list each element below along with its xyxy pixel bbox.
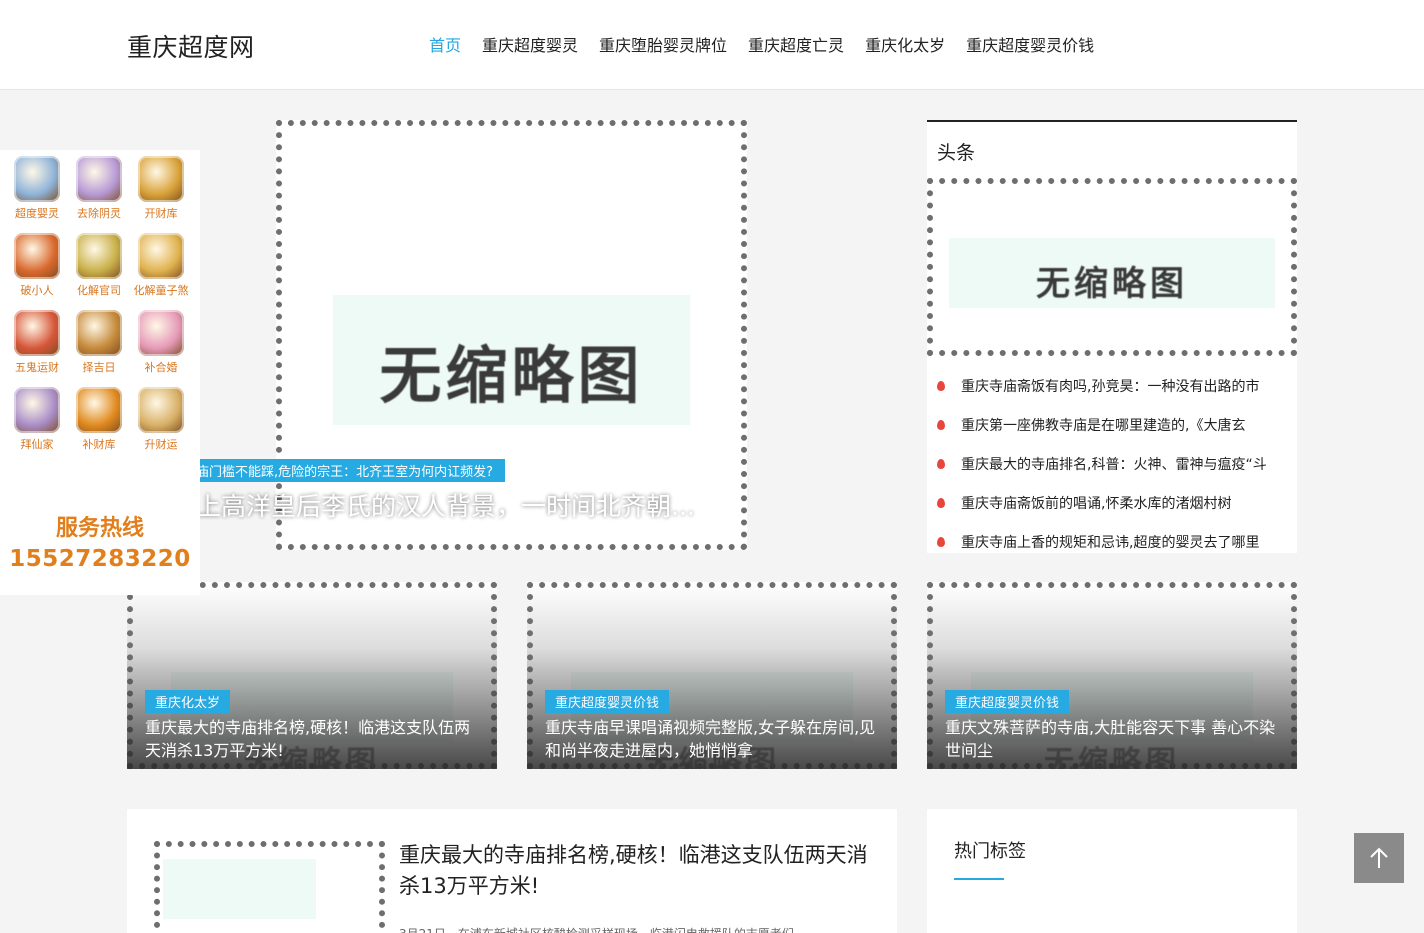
hotline-phone[interactable]: 15527283220 [0,546,200,572]
article-list-item: 重庆最大的寺庙排名榜,硬核！临港这支队伍两天消杀13万平方米! 3月21日，在浦… [127,809,897,933]
headline-item[interactable]: 重庆寺庙斋饭有肉吗,孙竞昊：一种没有出路的市 [927,366,1297,405]
service-label: 化解官司 [77,284,121,297]
service-item[interactable]: 拜仙家 [6,387,68,452]
headline-image[interactable]: 无缩略图 [927,178,1297,356]
service-item[interactable]: 化解官司 [68,233,130,298]
service-item[interactable]: 升财运 [130,387,192,452]
service-label: 补合婚 [144,361,178,374]
treasury-icon [138,156,184,202]
fire-icon [937,536,945,547]
service-item[interactable]: 补财库 [68,387,130,452]
infant-spirit-icon [14,156,60,202]
article-excerpt: 3月21日，在浦东新城社区核酸检测采样现场，临港闪电救援队的志愿者们 [399,925,879,933]
service-label: 择吉日 [82,361,116,374]
hot-tags-panel: 热门标签 [927,809,1297,933]
nav-item-deceased[interactable]: 重庆超度亡灵 [748,32,844,56]
arrow-up-icon [1370,847,1388,868]
headline-item-text: 重庆寺庙斋饭前的唱诵,怀柔水库的渚烟村树 [961,495,1232,512]
nav-item-price[interactable]: 重庆超度婴灵价钱 [966,32,1094,56]
headline-title: 头条 [937,142,976,164]
hot-tags-title: 热门标签 [954,841,1026,862]
service-label: 补财库 [82,438,116,451]
service-label: 拜仙家 [20,438,54,451]
child-curse-icon [138,233,184,279]
card-category-tag[interactable]: 重庆超度婴灵价钱 [545,690,670,713]
fire-icon [937,419,945,430]
service-item[interactable]: 补合婚 [130,310,192,375]
title-underline [954,878,1004,880]
service-item[interactable]: 超度婴灵 [6,156,68,221]
slider-tag[interactable]: 庙门槛不能踩,危险的宗王：北齐王室为何内讧频发? [196,459,506,482]
fill-treasury-icon [76,387,122,433]
nav-item-taisui[interactable]: 重庆化太岁 [865,32,945,56]
hotline-label: 服务热线 [55,516,144,541]
article-thumbnail[interactable] [154,841,385,933]
featured-slider[interactable]: 无缩略图 [276,120,747,550]
fortune-icon [138,387,184,433]
dispel-spirit-icon [76,156,122,202]
headline-item[interactable]: 重庆寺庙上香的规矩和忌讳,超度的婴灵去了哪里 [927,522,1297,561]
service-item[interactable]: 去除阴灵 [68,156,130,221]
card-title[interactable]: 重庆最大的寺庙排名榜,硬核！临港这支队伍两天消杀13万平方米! [145,716,477,762]
headline-panel: 头条 无缩略图 重庆寺庙斋饭有肉吗,孙竞昊：一种没有出路的市 重庆第一座佛教寺庙… [927,120,1297,553]
headline-item-text: 重庆第一座佛教寺庙是在哪里建造的,《大唐玄 [961,417,1246,434]
headline-list: 重庆寺庙斋饭有肉吗,孙竞昊：一种没有出路的市 重庆第一座佛教寺庙是在哪里建造的,… [927,366,1297,561]
slider-caption[interactable]: 上高洋皇后李氏的汉人背景，一时间北齐朝... [196,487,695,523]
headline-item-text: 重庆最大的寺庙排名,科普：火神、雷神与瘟疫“斗 [961,456,1267,473]
nav-item-tablet[interactable]: 重庆堕胎婴灵牌位 [599,32,727,56]
marriage-icon [138,310,184,356]
floating-service-menu: 超度婴灵 去除阴灵 开财库 破小人 化解官司 化解童子煞 五鬼运财 择吉日 补合… [0,150,200,595]
fire-icon [937,497,945,508]
wealth-icon [14,310,60,356]
site-logo[interactable]: 重庆超度网 [127,28,255,64]
immortal-icon [14,387,60,433]
nav-item-infant-spirit[interactable]: 重庆超度婴灵 [482,32,578,56]
card-category-tag[interactable]: 重庆超度婴灵价钱 [945,690,1070,713]
fire-icon [937,380,945,391]
headline-item[interactable]: 重庆最大的寺庙排名,科普：火神、雷神与瘟疫“斗 [927,444,1297,483]
service-label: 升财运 [144,438,178,451]
placeholder-band [163,859,316,919]
headline-item-text: 重庆寺庙上香的规矩和忌讳,超度的婴灵去了哪里 [961,534,1260,551]
service-label: 去除阴灵 [77,207,121,220]
service-item[interactable]: 破小人 [6,233,68,298]
card-category-tag[interactable]: 重庆化太岁 [145,690,231,713]
headline-item-text: 重庆寺庙斋饭有肉吗,孙竞昊：一种没有出路的市 [961,378,1260,395]
headline-item[interactable]: 重庆寺庙斋饭前的唱诵,怀柔水库的渚烟村树 [927,483,1297,522]
article-card[interactable]: 无缩略图 重庆超度婴灵价钱 重庆寺庙早课唱诵视频完整版,女子躲在房间,见和尚半夜… [527,582,897,769]
headline-item[interactable]: 重庆第一座佛教寺庙是在哪里建造的,《大唐玄 [927,405,1297,444]
fire-icon [937,458,945,469]
card-title[interactable]: 重庆文殊菩萨的寺庙,大肚能容天下事 善心不染世间尘 [945,716,1277,762]
service-item[interactable]: 择吉日 [68,310,130,375]
service-item[interactable]: 五鬼运财 [6,310,68,375]
site-header: 重庆超度网 首页 重庆超度婴灵 重庆堕胎婴灵牌位 重庆超度亡灵 重庆化太岁 重庆… [0,0,1424,90]
service-label: 五鬼运财 [15,361,59,374]
article-title[interactable]: 重庆最大的寺庙排名榜,硬核！临港这支队伍两天消杀13万平方米! [399,840,879,902]
auspicious-day-icon [76,310,122,356]
article-card[interactable]: 无缩略图 重庆超度婴灵价钱 重庆文殊菩萨的寺庙,大肚能容天下事 善心不染世间尘 [927,582,1297,769]
service-item[interactable]: 开财库 [130,156,192,221]
service-label: 破小人 [20,284,54,297]
card-title[interactable]: 重庆寺庙早课唱诵视频完整版,女子躲在房间,见和尚半夜走进屋内，她悄悄拿 [545,716,877,762]
no-thumbnail-image: 无缩略图 [379,339,644,412]
service-label: 超度婴灵 [15,207,59,220]
no-thumbnail-image: 无缩略图 [1036,264,1188,304]
service-label: 开财库 [144,207,178,220]
service-item[interactable]: 化解童子煞 [130,233,192,298]
service-grid: 超度婴灵 去除阴灵 开财库 破小人 化解官司 化解童子煞 五鬼运财 择吉日 补合… [6,156,192,452]
nav-item-home[interactable]: 首页 [429,32,461,56]
main-nav: 首页 重庆超度婴灵 重庆堕胎婴灵牌位 重庆超度亡灵 重庆化太岁 重庆超度婴灵价钱 [429,32,1115,56]
article-card[interactable]: 无缩略图 重庆化太岁 重庆最大的寺庙排名榜,硬核！临港这支队伍两天消杀13万平方… [127,582,497,769]
back-to-top-button[interactable] [1354,833,1404,883]
lawsuit-icon [76,233,122,279]
service-label: 化解童子煞 [133,284,189,297]
villain-icon [14,233,60,279]
